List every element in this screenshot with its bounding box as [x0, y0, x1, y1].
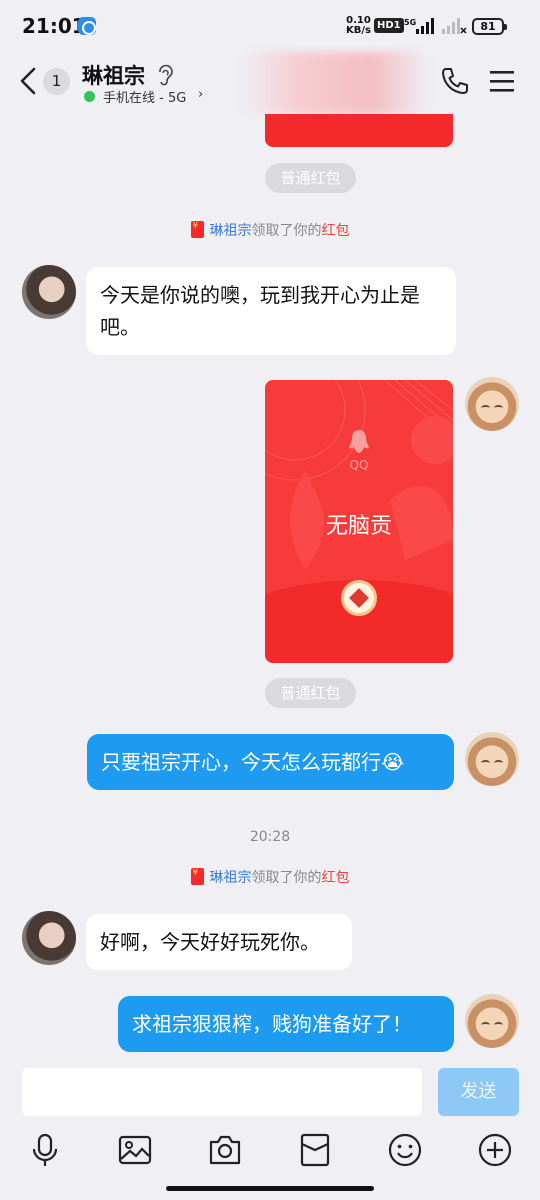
menu-icon[interactable] [488, 68, 516, 94]
red-packet-label: 无脑贡 [325, 514, 392, 539]
online-status-text[interactable]: 手机在线 - 5G [103, 87, 186, 106]
status-bar: 21:01 0.10 KB/s HD1 5G 81 [0, 0, 540, 52]
plus-icon[interactable] [477, 1132, 513, 1168]
phone-icon[interactable] [440, 66, 470, 96]
system-message-link[interactable]: 红包 [322, 223, 350, 239]
red-packet-card[interactable]: QQ 无脑贡 [265, 380, 453, 663]
system-message-link[interactable]: 红包 [322, 870, 350, 886]
red-packet-card-partial[interactable] [265, 114, 453, 147]
message-bubble-incoming[interactable]: 好啊，今天好好玩死你。 [86, 914, 352, 970]
chevron-right-icon[interactable]: › [198, 87, 203, 102]
hd-badge: HD1 [374, 18, 404, 33]
battery-indicator: 81 [472, 18, 507, 35]
status-time: 21:01 [22, 14, 86, 38]
red-packet-icon [190, 221, 204, 238]
avatar[interactable] [22, 265, 76, 319]
home-indicator[interactable] [166, 1186, 374, 1191]
red-packet-type-label: 普通红包 [265, 678, 356, 708]
blurred-banner [240, 52, 430, 114]
emoji-icon[interactable] [387, 1132, 423, 1168]
message-input[interactable] [22, 1068, 422, 1116]
message-bubble-incoming[interactable]: 今天是你说的噢，玩到我开心为止是吧。 [86, 267, 456, 355]
input-bar: 发送 [0, 1060, 540, 1200]
red-packet-brand: QQ [349, 458, 369, 472]
system-message-text: 领取了你的 [251, 223, 322, 239]
red-packet-type-label: 普通红包 [265, 163, 356, 193]
red-packet-icon[interactable] [297, 1132, 333, 1168]
online-status-dot [84, 91, 95, 102]
network-speed: 0.10 KB/s [346, 16, 371, 36]
system-message-received: 琳祖宗领取了你的红包 [0, 220, 540, 240]
signal-5g-icon: 5G [404, 18, 434, 34]
red-packet-coin-icon [341, 580, 377, 616]
microphone-icon[interactable] [27, 1132, 63, 1168]
unread-count-badge[interactable]: 1 [43, 68, 70, 95]
avatar[interactable] [465, 732, 519, 786]
camera-icon[interactable] [207, 1132, 243, 1168]
signal-secondary-icon [442, 18, 467, 34]
network-type: 5G [404, 18, 416, 27]
contact-name[interactable]: 琳祖宗 [82, 60, 145, 90]
system-message-name[interactable]: 琳祖宗 [210, 870, 252, 886]
send-button[interactable]: 发送 [438, 1068, 519, 1116]
ear-icon[interactable] [156, 64, 174, 86]
avatar[interactable] [22, 911, 76, 965]
system-message-text: 领取了你的 [251, 870, 322, 886]
system-message-received: 琳祖宗领取了你的红包 [0, 867, 540, 887]
system-message-name[interactable]: 琳祖宗 [210, 223, 252, 239]
back-arrow-icon[interactable] [16, 66, 42, 96]
avatar[interactable] [465, 377, 519, 431]
image-icon[interactable] [117, 1132, 153, 1168]
avatar[interactable] [465, 994, 519, 1048]
app-notification-icon [78, 17, 96, 35]
timestamp: 20:28 [249, 829, 291, 845]
message-list[interactable]: 普通红包 琳祖宗领取了你的红包 今天是你说的噢，玩到我开心为止是吧。 QQ 无脑… [0, 114, 540, 1060]
chat-header: 1 琳祖宗 手机在线 - 5G › [0, 52, 540, 114]
network-speed-unit: KB/s [346, 25, 371, 36]
qq-logo-icon [349, 430, 369, 453]
message-bubble-outgoing[interactable]: 求祖宗狠狠榨，贱狗准备好了！ [118, 996, 454, 1052]
message-bubble-outgoing[interactable]: 只要祖宗开心，今天怎么玩都行😭 [87, 734, 454, 790]
red-packet-icon [190, 868, 204, 885]
